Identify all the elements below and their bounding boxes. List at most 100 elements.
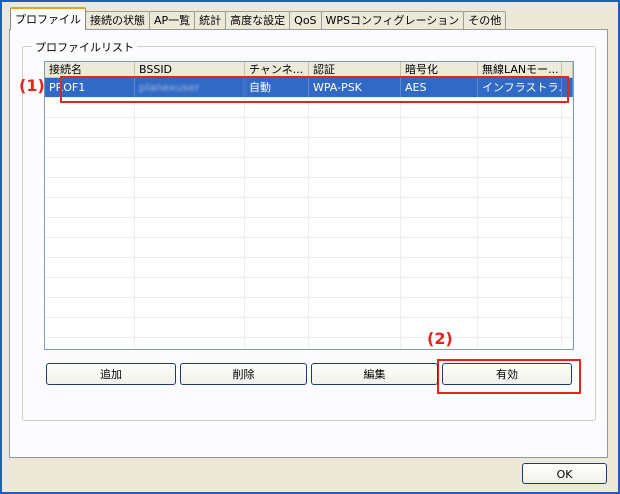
empty-cell: [45, 218, 135, 237]
tab-connection-status[interactable]: 接続の状態: [85, 11, 150, 30]
column-header-mode[interactable]: 無線LANモー...: [478, 62, 562, 77]
tab-wps[interactable]: WPSコンフィグレーション: [320, 11, 465, 30]
column-header-name[interactable]: 接続名: [45, 62, 135, 77]
empty-cell: [562, 258, 573, 277]
tab-statistics[interactable]: 統計: [194, 11, 227, 30]
empty-cell: [245, 238, 309, 257]
empty-cell: [562, 338, 573, 349]
empty-cell: [135, 158, 245, 177]
activate-button[interactable]: 有効: [442, 363, 572, 385]
column-header-bssid[interactable]: BSSID: [135, 62, 245, 77]
empty-row: [45, 338, 573, 349]
empty-cell: [135, 318, 245, 337]
empty-cell: [45, 198, 135, 217]
edit-button[interactable]: 編集: [311, 363, 438, 385]
empty-row: [45, 138, 573, 158]
empty-cell: [401, 158, 478, 177]
add-button[interactable]: 追加: [46, 363, 176, 385]
tab-qos[interactable]: QoS: [289, 11, 322, 30]
empty-cell: [401, 178, 478, 197]
empty-cell: [135, 278, 245, 297]
empty-cell: [478, 318, 562, 337]
empty-cell: [309, 158, 401, 177]
empty-cell: [45, 238, 135, 257]
empty-cell: [401, 198, 478, 217]
empty-cell: [45, 138, 135, 157]
delete-button[interactable]: 削除: [180, 363, 307, 385]
empty-row: [45, 218, 573, 238]
tab-ap-list[interactable]: AP一覧: [149, 11, 196, 30]
empty-cell: [309, 218, 401, 237]
empty-cell: [562, 138, 573, 157]
empty-cell: [401, 258, 478, 277]
empty-cell: [478, 158, 562, 177]
empty-cell: [309, 318, 401, 337]
empty-cell: [245, 198, 309, 217]
empty-cell: [135, 338, 245, 349]
empty-cell: [245, 178, 309, 197]
empty-cell: [45, 158, 135, 177]
empty-cell: [245, 158, 309, 177]
empty-cell: [309, 258, 401, 277]
empty-cell: [135, 238, 245, 257]
empty-cell: [478, 138, 562, 157]
tab-other[interactable]: その他: [463, 11, 507, 30]
empty-row: [45, 178, 573, 198]
empty-cell: [309, 338, 401, 349]
empty-cell: [401, 138, 478, 157]
empty-cell: [309, 238, 401, 257]
empty-cell: [309, 198, 401, 217]
empty-cell: [401, 118, 478, 137]
empty-cell: [135, 178, 245, 197]
empty-cell: [45, 258, 135, 277]
annotation-label-2: (2): [427, 329, 453, 348]
empty-cell: [45, 338, 135, 349]
empty-cell: [245, 298, 309, 317]
empty-row: [45, 278, 573, 298]
tab-bar: プロファイル 接続の状態 AP一覧 統計 高度な設定 QoS WPSコンフィグレ…: [10, 7, 507, 30]
empty-cell: [478, 198, 562, 217]
column-header-auth[interactable]: 認証: [309, 62, 401, 77]
empty-cell: [478, 118, 562, 137]
empty-cell: [478, 258, 562, 277]
empty-row: [45, 298, 573, 318]
ok-button[interactable]: OK: [522, 463, 607, 484]
empty-cell: [135, 298, 245, 317]
empty-cell: [562, 278, 573, 297]
empty-cell: [245, 318, 309, 337]
empty-cell: [245, 218, 309, 237]
empty-cell: [562, 178, 573, 197]
empty-cell: [245, 338, 309, 349]
empty-row: [45, 118, 573, 138]
empty-cell: [135, 258, 245, 277]
empty-cell: [562, 318, 573, 337]
empty-cell: [245, 278, 309, 297]
empty-cell: [562, 198, 573, 217]
empty-cell: [401, 238, 478, 257]
tab-advanced[interactable]: 高度な設定: [225, 11, 291, 30]
tab-profile[interactable]: プロファイル: [10, 7, 86, 30]
profile-list[interactable]: 接続名 BSSID チャンネ... 認証 暗号化 無線LANモー... PROF…: [44, 61, 574, 350]
empty-cell: [309, 138, 401, 157]
empty-cell: [309, 298, 401, 317]
empty-cell: [309, 278, 401, 297]
empty-cell: [45, 178, 135, 197]
empty-cell: [478, 338, 562, 349]
empty-cell: [45, 118, 135, 137]
column-header-filler: [562, 62, 573, 77]
empty-cell: [401, 298, 478, 317]
group-title: プロファイルリスト: [32, 39, 137, 55]
empty-cell: [135, 218, 245, 237]
empty-row: [45, 258, 573, 278]
empty-cell: [478, 298, 562, 317]
column-header-channel[interactable]: チャンネ...: [245, 62, 309, 77]
column-header-encryption[interactable]: 暗号化: [401, 62, 478, 77]
empty-row: [45, 198, 573, 218]
empty-cell: [562, 118, 573, 137]
empty-cell: [245, 138, 309, 157]
empty-cell: [562, 298, 573, 317]
empty-row: [45, 158, 573, 178]
empty-cell: [309, 178, 401, 197]
empty-rows: [45, 98, 573, 349]
empty-cell: [478, 178, 562, 197]
